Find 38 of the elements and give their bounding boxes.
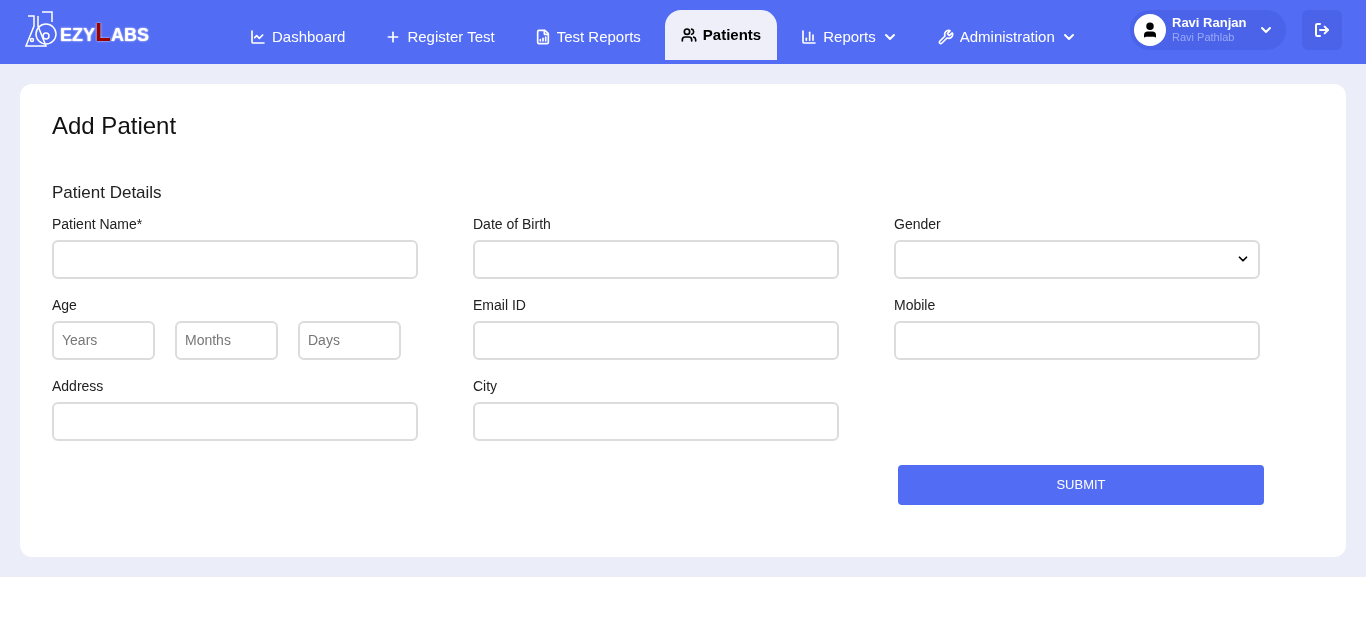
nav-tab[interactable]: Dashboard (234, 10, 362, 64)
input-field[interactable] (52, 239, 418, 279)
nav-tab[interactable]: Test Reports (518, 10, 657, 64)
field-label: Age (52, 295, 78, 315)
input-field[interactable] (52, 401, 418, 441)
logout-icon (1314, 22, 1330, 38)
bar-chart-icon (534, 29, 551, 45)
line-chart-icon (250, 29, 266, 45)
field-label: Date of Birth (473, 214, 552, 234)
input-field[interactable] (894, 320, 1260, 360)
field-label: Gender (894, 214, 942, 234)
user-menu[interactable]: Ravi Ranjan Ravi Pathlab (1130, 10, 1286, 50)
input-field[interactable]: Days (298, 320, 401, 360)
nav-tab[interactable]: Reports (785, 10, 914, 64)
input-field[interactable]: Months (175, 320, 278, 360)
avatar-icon (1134, 14, 1166, 46)
wrench-icon (937, 29, 954, 45)
lab-name: Ravi Pathlab (1172, 31, 1236, 45)
logo-text: EZYLABS (60, 19, 149, 45)
input-field[interactable] (473, 401, 839, 441)
nav-tab[interactable]: Administration (921, 10, 1093, 64)
field-label: Email ID (473, 295, 527, 315)
users-icon (680, 27, 697, 43)
nav-tab[interactable]: Register Test (369, 10, 511, 64)
field-label: Patient Name* (52, 214, 144, 234)
field-label: Mobile (894, 295, 937, 315)
input-field[interactable] (473, 320, 839, 360)
logout-button[interactable] (1302, 10, 1342, 50)
select-field[interactable] (894, 239, 1260, 279)
user-name: Ravi Ranjan (1172, 15, 1248, 32)
field-label: City (473, 376, 499, 396)
page-title: Add Patient (52, 111, 178, 141)
field-label: Address (52, 376, 105, 396)
bar-chart-icon (801, 29, 818, 45)
input-field[interactable]: Years (52, 320, 155, 360)
section-title: Patient Details (52, 182, 163, 204)
input-field[interactable] (473, 239, 839, 279)
submit-button[interactable]: SUBMIT (898, 464, 1264, 505)
